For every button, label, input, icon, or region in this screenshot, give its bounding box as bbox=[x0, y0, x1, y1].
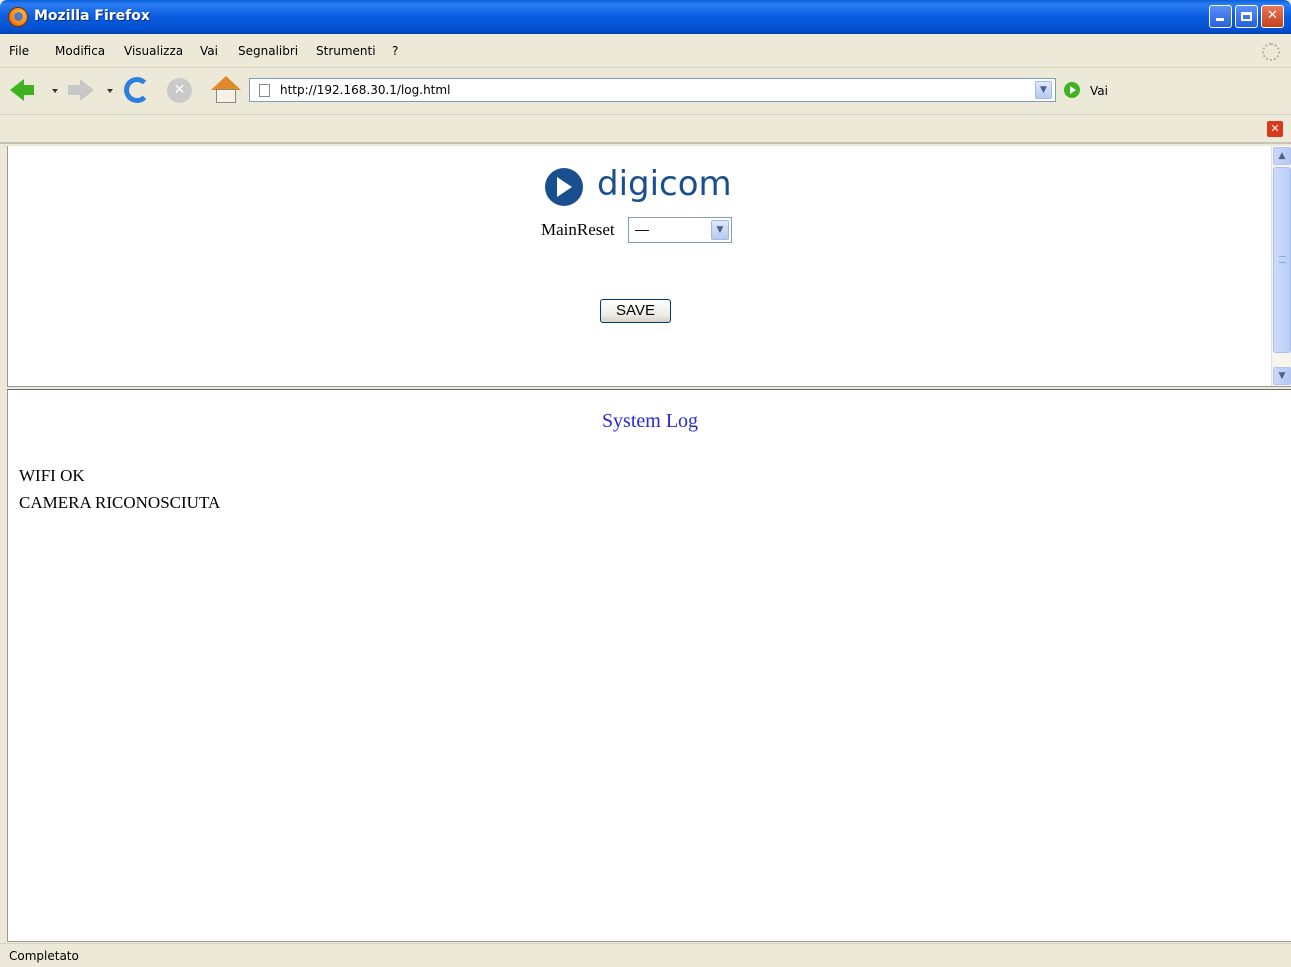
forward-arrow-icon[interactable] bbox=[80, 79, 94, 101]
logo-text: digicom bbox=[597, 164, 732, 204]
firefox-icon bbox=[8, 7, 28, 27]
chevron-down-icon[interactable]: ▼ bbox=[711, 220, 729, 240]
back-arrow-tail[interactable] bbox=[22, 85, 34, 95]
go-icon[interactable] bbox=[1064, 82, 1080, 98]
address-bar[interactable]: ▼ bbox=[249, 78, 1056, 102]
window-title: Mozilla Firefox bbox=[34, 8, 150, 24]
menu-segnalibri[interactable]: Segnalibri bbox=[238, 44, 298, 58]
top-frame-scrollbar[interactable]: ▲ ▼ bbox=[1271, 146, 1291, 386]
home-roof bbox=[211, 76, 241, 90]
log-entries: WIFI OK CAMERA RICONOSCIUTA bbox=[19, 462, 220, 516]
status-bar: Completato bbox=[0, 943, 1291, 967]
menu-strumenti[interactable]: Strumenti bbox=[316, 44, 376, 58]
url-history-dropdown-icon[interactable]: ▼ bbox=[1035, 81, 1052, 99]
log-entry: WIFI OK bbox=[19, 466, 85, 485]
digicom-logo: digicom bbox=[545, 164, 745, 210]
bottom-frame: System Log WIFI OK CAMERA RICONOSCIUTA bbox=[7, 390, 1291, 942]
menu-modifica[interactable]: Modifica bbox=[55, 44, 105, 58]
logo-arrow-icon bbox=[545, 168, 583, 206]
throbber-icon bbox=[1262, 43, 1280, 61]
menu-bar: File Modifica Visualizza Vai Segnalibri … bbox=[0, 34, 1291, 68]
menu-vai[interactable]: Vai bbox=[200, 44, 218, 58]
restore-button[interactable] bbox=[1235, 5, 1258, 28]
top-frame: digicom MainReset — ▼ SAVE ▲ ▼ bbox=[7, 146, 1291, 386]
save-button[interactable]: SAVE bbox=[600, 299, 671, 323]
url-input[interactable] bbox=[280, 82, 1020, 98]
scroll-thumb[interactable] bbox=[1273, 167, 1291, 353]
scroll-grip bbox=[1279, 256, 1286, 263]
close-window-button[interactable]: ✕ bbox=[1261, 5, 1284, 28]
title-bar[interactable]: Mozilla Firefox ✕ bbox=[0, 0, 1291, 34]
menu-file[interactable]: File bbox=[9, 44, 29, 58]
main-reset-label: MainReset bbox=[541, 220, 615, 239]
home-body bbox=[216, 89, 236, 103]
log-entry: CAMERA RICONOSCIUTA bbox=[19, 493, 221, 512]
status-text: Completato bbox=[9, 949, 79, 963]
scroll-down-icon[interactable]: ▼ bbox=[1273, 367, 1291, 385]
menu-visualizza[interactable]: Visualizza bbox=[124, 44, 183, 58]
minimize-icon bbox=[1216, 18, 1224, 21]
reload-icon[interactable] bbox=[124, 77, 150, 103]
back-history-dropdown-icon[interactable] bbox=[52, 89, 58, 93]
page-icon bbox=[259, 84, 270, 97]
home-icon[interactable] bbox=[211, 76, 241, 104]
close-notification-icon[interactable]: ✕ bbox=[1267, 121, 1283, 137]
forward-arrow-tail[interactable] bbox=[68, 85, 80, 95]
restore-icon bbox=[1241, 12, 1252, 21]
notification-bar: ✕ bbox=[0, 114, 1291, 144]
main-reset-select[interactable]: — ▼ bbox=[628, 217, 732, 243]
scroll-up-icon[interactable]: ▲ bbox=[1273, 147, 1291, 165]
main-reset-value: — bbox=[635, 221, 649, 237]
system-log-title: System Log bbox=[601, 410, 699, 432]
minimize-button[interactable] bbox=[1209, 5, 1232, 28]
stop-icon[interactable]: ✕ bbox=[167, 78, 192, 103]
menu-help[interactable]: ? bbox=[392, 44, 398, 58]
close-icon: ✕ bbox=[1267, 8, 1278, 23]
forward-history-dropdown-icon[interactable] bbox=[107, 89, 113, 93]
navigation-toolbar: ✕ ▼ Vai bbox=[0, 68, 1291, 114]
go-button-label[interactable]: Vai bbox=[1090, 84, 1108, 98]
